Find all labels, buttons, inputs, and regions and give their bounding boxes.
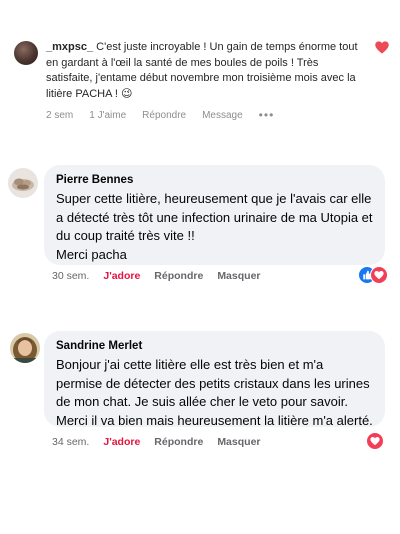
comment-text: Super cette litière, heureusement que je… [56,191,373,243]
comment-bubble: Sandrine Merlet Bonjour j'ai cette litiè… [44,331,385,428]
comment-body: Bonjour j'ai cette litière elle est très… [56,357,373,428]
comment-actions: 34 sem. J'adore Répondre Masquer [52,435,275,449]
avatar-image [8,168,38,198]
comment-text: _mxpsc_ C'est juste incroyable ! Un gain… [46,40,364,102]
timestamp: 2 sem [46,109,74,121]
comment-bubble: Pierre Bennes Super cette litière, heure… [44,165,385,265]
avatar[interactable] [10,333,40,363]
username[interactable]: _mxpsc_ [46,41,93,53]
more-options-icon[interactable]: ••• [259,108,275,122]
avatar[interactable] [14,41,38,65]
love-reaction-button[interactable]: J'adore [103,270,140,282]
hide-button[interactable]: Masquer [217,436,260,448]
reply-button[interactable]: Répondre [142,110,186,121]
avatar[interactable] [8,168,38,198]
timestamp[interactable]: 30 sem. [52,270,89,282]
love-icon [370,266,388,284]
hide-button[interactable]: Masquer [217,270,260,282]
likes-count[interactable]: 1 J'aime [89,110,126,121]
commenter-name[interactable]: Pierre Bennes [56,173,373,187]
heart-icon[interactable] [375,41,389,54]
comment-meta: 2 sem 1 J'aime Répondre Message ••• [46,108,274,122]
reactions-summary[interactable] [358,266,390,285]
comment-body: Super cette litière, heureusement que je… [56,190,373,264]
love-reaction-button[interactable]: J'adore [103,436,140,448]
reply-button[interactable]: Répondre [154,436,203,448]
comment-actions: 30 sem. J'adore Répondre Masquer [52,269,275,283]
love-icon [366,432,384,450]
timestamp[interactable]: 34 sem. [52,436,89,448]
reply-button[interactable]: Répondre [154,270,203,282]
avatar-image [10,333,40,363]
comment-text-line: Merci pacha [56,246,127,262]
comment-body: C'est juste incroyable ! Un gain de temp… [46,41,358,100]
reactions-summary[interactable] [366,432,385,451]
commenter-name[interactable]: Sandrine Merlet [56,339,373,353]
message-button[interactable]: Message [202,110,243,121]
